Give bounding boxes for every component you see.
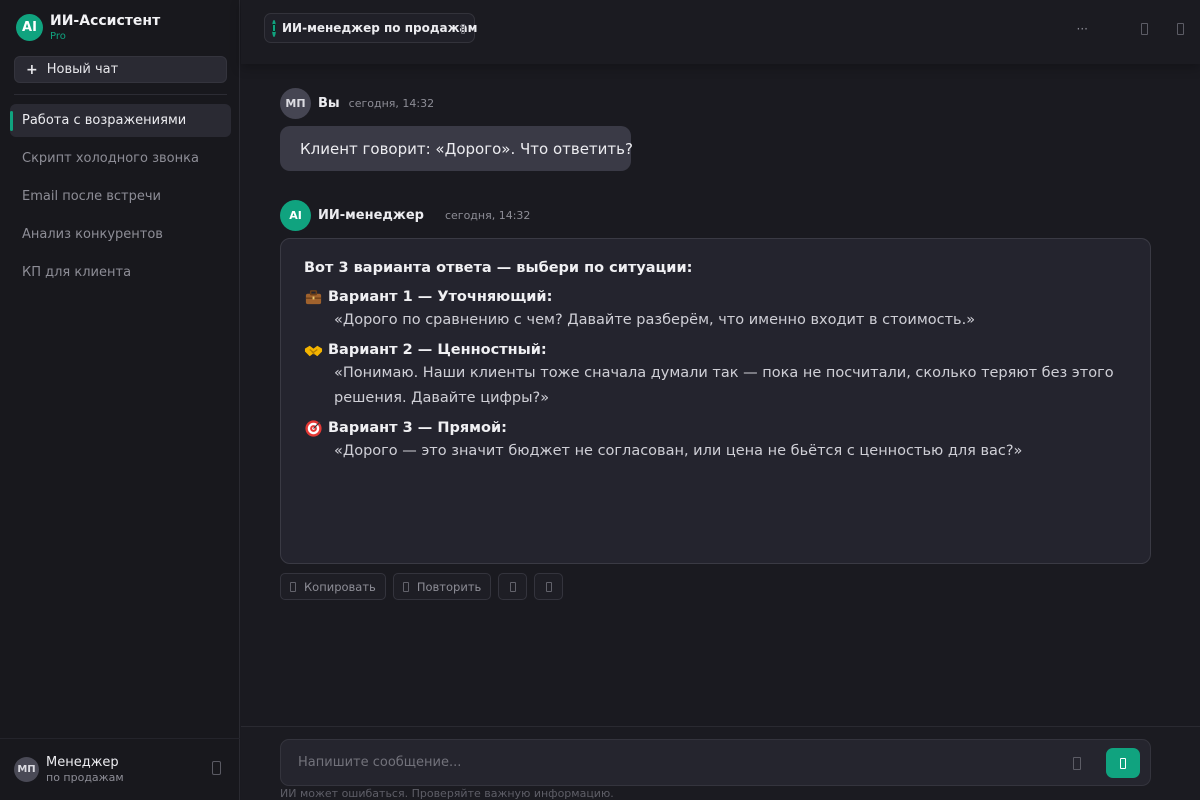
plus-icon: +: [26, 61, 38, 78]
answer-variant: Вариант 3 — Прямой: «Дорого — это значит…: [304, 417, 1127, 464]
user-message-avatar: МП: [280, 88, 311, 119]
user-profile[interactable]: МП Менеджер по продажам: [0, 738, 240, 800]
sidebar-item-label: Скрипт холодного звонка: [22, 151, 199, 166]
app-logo: AI: [16, 14, 43, 41]
composer: [280, 739, 1151, 786]
copy-button[interactable]: Копировать: [280, 573, 386, 600]
user-message-header: МП Вы сегодня, 14:32: [280, 88, 434, 119]
copy-label: Копировать: [304, 579, 376, 594]
regenerate-label: Повторить: [416, 579, 482, 594]
briefcase-icon: [305, 289, 322, 304]
new-chat-button[interactable]: + Новый чат: [14, 56, 227, 83]
user-avatar: МП: [14, 757, 39, 782]
message-timestamp: сегодня, 14:32: [348, 97, 435, 110]
disclaimer-text: ИИ может ошибаться. Проверяйте важную ин…: [280, 787, 614, 800]
send-icon: [1120, 757, 1126, 769]
sidebar-item-followup-email[interactable]: Email после встречи: [10, 180, 231, 213]
new-chat-label: Новый чат: [46, 62, 119, 77]
paperclip-icon[interactable]: [1073, 757, 1081, 770]
ai-avatar: AI: [280, 200, 311, 231]
message-author: Вы: [318, 96, 340, 111]
refresh-icon: [402, 581, 409, 592]
variant-quote: «Дорого по сравнению с чем? Давайте разб…: [334, 312, 976, 328]
sidebar-divider: [14, 94, 227, 95]
answer-variant: Вариант 1 — Уточняющий: «Дорого по сравн…: [304, 286, 1127, 333]
variant-quote: «Понимаю. Наши клиенты тоже сначала дума…: [334, 365, 1114, 406]
settings-icon[interactable]: [212, 761, 221, 775]
message-timestamp: сегодня, 14:32: [444, 209, 531, 222]
handshake-icon: [304, 345, 323, 356]
thumbs-up-icon: [509, 581, 516, 592]
user-name: Менеджер: [46, 755, 119, 770]
model-name: ИИ-менеджер по продажам: [282, 21, 478, 35]
variant-quote: «Дорого — это значит бюджет не согласова…: [334, 443, 1023, 459]
sidebar-item-client-proposal[interactable]: КП для клиента: [10, 256, 231, 289]
message-actions: Копировать Повторить: [280, 573, 570, 600]
sidebar-item-label: Email после встречи: [22, 189, 162, 204]
sidebar-item-objections[interactable]: Работа с возражениями: [10, 104, 231, 137]
brand: AI ИИ-Ассистент Pro: [16, 13, 160, 42]
model-selector[interactable]: ИИ-менеджер по продажам: [264, 13, 478, 43]
plan-badge: Pro: [50, 31, 66, 42]
ai-message-intro: Вот 3 варианта ответа — выбери по ситуац…: [304, 260, 693, 276]
app-title: ИИ-Ассистент: [50, 13, 161, 29]
chevron-down-icon: [461, 24, 465, 34]
user-message-bubble: Клиент говорит: «Дорого». Что ответить?: [280, 126, 633, 171]
sidebar-item-label: Анализ конкурентов: [22, 227, 163, 242]
sidebar-item-cold-call-script[interactable]: Скрипт холодного звонка: [10, 142, 231, 175]
send-button[interactable]: [1106, 748, 1140, 778]
variant-title: Вариант 2 — Ценностный:: [328, 342, 547, 358]
dislike-button[interactable]: [534, 573, 564, 600]
message-author: ИИ-менеджер: [318, 208, 424, 223]
variant-title: Вариант 3 — Прямой:: [328, 420, 507, 436]
sidebar-item-label: КП для клиента: [22, 265, 132, 280]
variant-title: Вариант 1 — Уточняющий:: [328, 289, 553, 305]
bot-icon: [272, 19, 276, 37]
ai-message-bubble: Вот 3 варианта ответа — выбери по ситуац…: [280, 238, 1151, 564]
regenerate-button[interactable]: Повторить: [392, 573, 492, 600]
like-button[interactable]: [498, 573, 528, 600]
thumbs-down-icon: [545, 581, 552, 592]
chat-history-list: Работа с возражениями Скрипт холодного з…: [10, 104, 231, 294]
sidebar-item-label: Работа с возражениями: [22, 113, 187, 128]
answer-variant: Вариант 2 — Ценностный: «Понимаю. Наши к…: [304, 339, 1127, 411]
more-options-button[interactable]: ···: [1077, 18, 1088, 40]
message-input[interactable]: [281, 740, 1041, 785]
ai-message-header: AI ИИ-менеджер сегодня, 14:32: [280, 200, 530, 231]
share-icon[interactable]: [1141, 23, 1148, 35]
user-message-text: Клиент говорит: «Дорого». Что ответить?: [300, 139, 633, 158]
copy-icon: [290, 581, 296, 592]
user-role: по продажам: [46, 771, 124, 784]
target-icon: [305, 419, 322, 437]
settings-icon[interactable]: [1177, 23, 1184, 35]
sidebar-item-competitor-analysis[interactable]: Анализ конкурентов: [10, 218, 231, 251]
chat-header: ИИ-менеджер по продажам ···: [241, 0, 1200, 64]
sidebar: AI ИИ-Ассистент Pro + Новый чат Работа с…: [0, 0, 240, 800]
composer-area: ИИ может ошибаться. Проверяйте важную ин…: [241, 726, 1200, 800]
